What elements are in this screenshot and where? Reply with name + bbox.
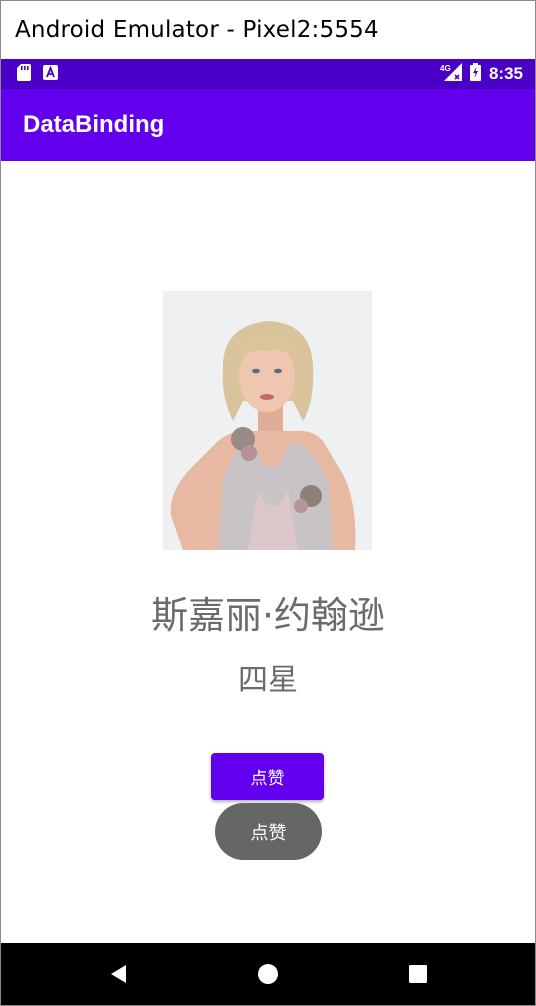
status-time: 8:35 xyxy=(488,64,523,83)
sd-card-icon xyxy=(17,63,31,85)
main-content: 斯嘉丽·约翰逊 四星 点赞 点赞 xyxy=(1,161,535,943)
emulator-title-bar: Android Emulator - Pixel2:5554 xyxy=(1,1,535,59)
like-button[interactable]: 点赞 xyxy=(211,753,324,800)
app-title: DataBinding xyxy=(23,111,165,138)
status-bar: 4G 8:35 xyxy=(1,59,535,89)
signal-4g-icon: 4G xyxy=(440,63,462,85)
person-rating: 四星 xyxy=(238,663,298,698)
accessibility-a-icon xyxy=(43,64,58,84)
battery-charging-icon xyxy=(469,63,481,85)
back-icon[interactable] xyxy=(89,943,149,1005)
svg-text:4G: 4G xyxy=(440,64,451,73)
app-bar: DataBinding xyxy=(1,89,535,161)
emulator-window: Android Emulator - Pixel2:5554 4G 8:35 D… xyxy=(0,0,536,1006)
person-name: 斯嘉丽·约翰逊 xyxy=(151,594,385,637)
window-title: Android Emulator - Pixel2:5554 xyxy=(15,17,379,43)
toast-message: 点赞 xyxy=(215,803,322,860)
person-photo xyxy=(163,291,372,550)
navigation-bar xyxy=(1,943,535,1005)
home-icon[interactable] xyxy=(238,943,298,1005)
recents-icon[interactable] xyxy=(388,943,448,1005)
